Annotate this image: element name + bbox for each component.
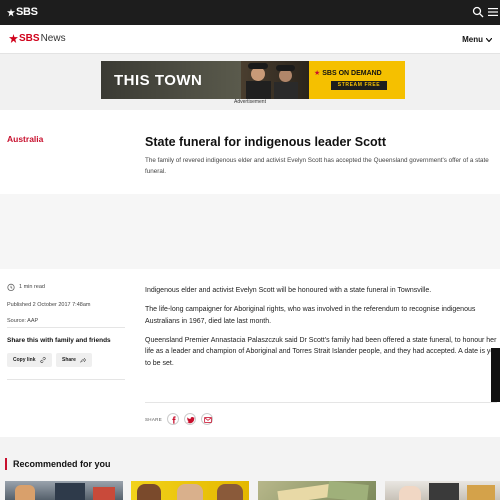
feedback-tab[interactable] [491,348,500,402]
article-paragraph: Indigenous elder and activist Evelyn Sco… [145,287,432,294]
divider [7,379,125,380]
recommended-title: Recommended for you [13,459,111,469]
share-heading: Share this with family and friends [7,337,111,344]
email-icon [204,417,212,423]
read-time: 1 min read [19,284,45,290]
sbs-logo[interactable]: SBS [7,6,38,18]
recommended-thumbnail[interactable] [131,481,249,500]
advert-banner[interactable]: THIS TOWN ★ SBS ON DEMAND [101,61,405,99]
share-button[interactable]: Share [56,353,92,367]
email-share-button[interactable] [201,413,213,425]
news-header: SBS News Menu [0,25,500,54]
sbs-logo-text: SBS [16,6,38,18]
link-icon [39,357,46,363]
facebook-share-button[interactable] [167,413,179,425]
divider [7,327,125,328]
advert-image [241,61,309,99]
chevron-down-icon [486,37,492,42]
advert-label: Advertisement [234,99,266,105]
article-meta: 1 min read Published 2 October 2017 7:48… [7,282,125,326]
category-link[interactable]: Australia [7,134,43,144]
sbs-news-logo-news: News [40,33,66,44]
share-bar-label: SHARE [145,417,163,422]
published-date: Published 2 October 2017 7:48am [7,302,91,308]
advert-brand-text: SBS ON DEMAND [322,70,382,77]
advert-show-title: THIS TOWN [114,72,203,89]
recommended-thumbnail[interactable] [258,481,376,500]
share-label: Share [62,357,76,363]
divider [145,402,497,403]
media-placeholder [0,194,500,269]
twitter-share-button[interactable] [184,413,196,425]
copy-link-label: Copy link [13,357,36,363]
sbs-news-logo-sbs: SBS [19,33,40,44]
advert-area: THIS TOWN ★ SBS ON DEMAND Advertisement [0,54,500,110]
menu-button[interactable]: Menu [462,35,492,44]
article-paragraph: The life-long campaigner for Aboriginal … [145,306,476,325]
facebook-icon [172,416,176,424]
clock-icon [7,283,15,291]
hamburger-icon[interactable] [488,7,498,17]
article-standfirst: The family of revered indigenous elder a… [145,157,489,175]
menu-label: Menu [462,35,483,44]
recommended-thumbnail[interactable] [5,481,123,500]
article-source: Source: AAP [7,318,39,324]
share-icon [80,357,86,363]
top-bar: SBS [0,0,500,25]
recommended-thumbnail[interactable] [385,481,500,500]
stream-free-button[interactable]: STREAM FREE [331,81,387,90]
advert-brand: ★ SBS ON DEMAND [314,70,382,77]
copy-link-button[interactable]: Copy link [7,353,52,367]
sbs-star-icon [7,8,15,16]
article-body: Indigenous elder and activist Evelyn Sco… [145,285,497,377]
search-icon[interactable] [472,6,484,18]
article-paragraph: Queensland Premier Annastacia Palaszczuk… [145,336,497,367]
twitter-icon [187,416,195,424]
article-headline: State funeral for indigenous leader Scot… [145,135,387,149]
sbs-news-logo[interactable]: SBS News [9,33,66,44]
sbs-star-red-icon [9,34,18,43]
section-accent [5,458,7,470]
